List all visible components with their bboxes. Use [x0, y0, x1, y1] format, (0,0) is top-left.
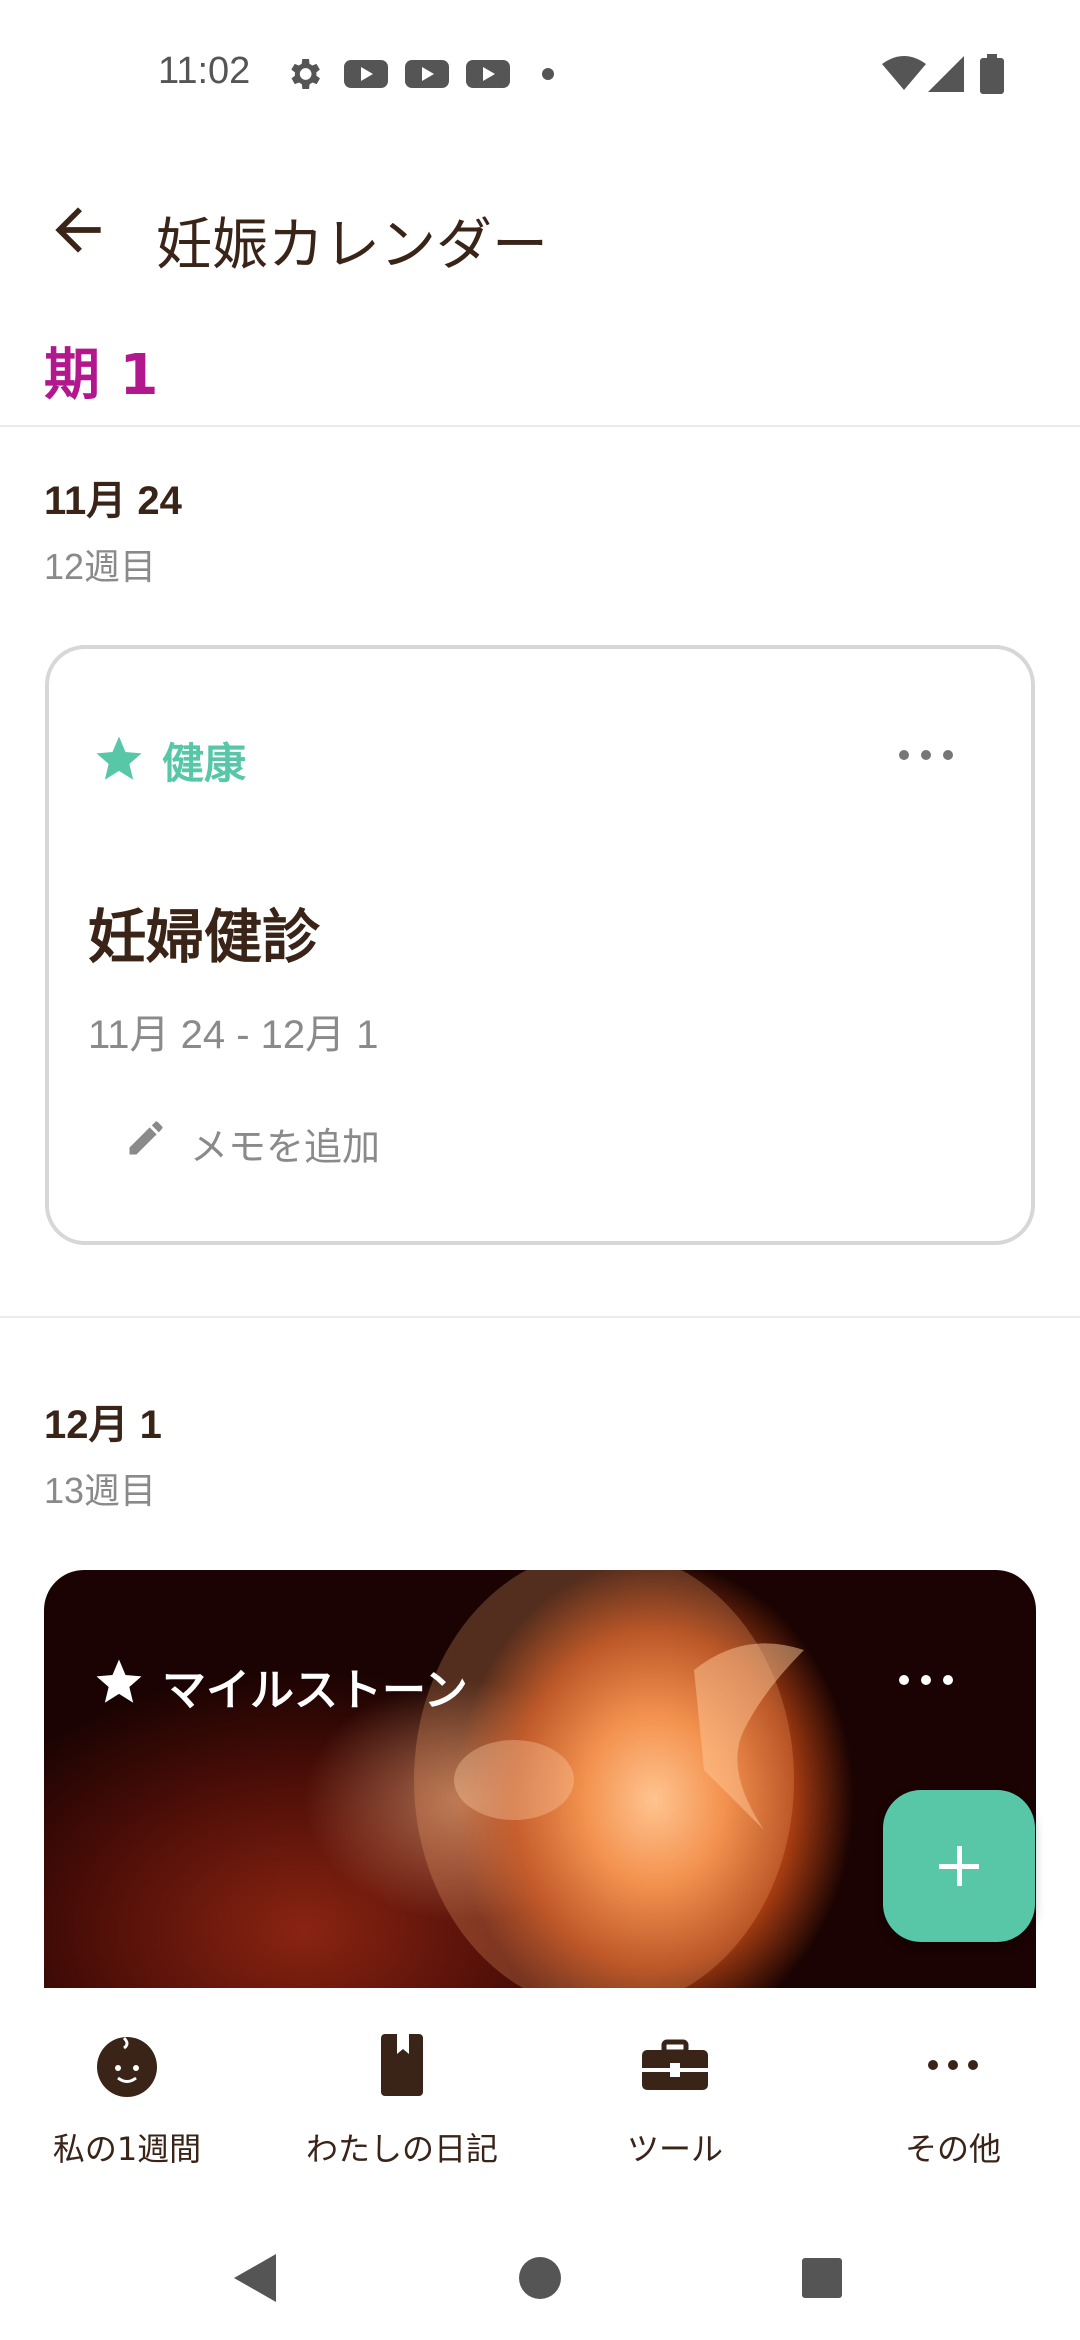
status-bar: 11:02	[0, 0, 1080, 150]
wifi-icon	[882, 56, 926, 90]
milestone-label: マイルストーン	[162, 1665, 468, 1716]
back-arrow-icon[interactable]	[44, 196, 112, 264]
baby-face-icon	[97, 2036, 157, 2097]
entry-week: 13週目	[44, 1470, 157, 1511]
battery-icon	[980, 54, 1004, 94]
entry-date: 12月 1	[44, 1403, 162, 1447]
divider	[0, 1316, 1080, 1318]
nav-label: 私の1週間	[52, 2130, 202, 2168]
diary-book-icon	[381, 2034, 423, 2096]
period-title: 期 1	[44, 343, 159, 408]
add-fab-button[interactable]	[883, 1790, 1035, 1942]
nav-label: その他	[904, 2130, 1001, 2168]
nav-label: わたしの日記	[305, 2130, 498, 2168]
more-options-icon[interactable]	[890, 735, 962, 775]
nav-label: ツール	[626, 2130, 723, 2168]
toolbox-icon	[642, 2039, 708, 2090]
event-date-range: 11月 24 - 12月 1	[88, 1013, 379, 1057]
nav-item-tools[interactable]: ツール	[540, 2020, 810, 2190]
youtube-icon	[405, 60, 449, 88]
entry-week: 12週目	[44, 546, 157, 587]
more-horizontal-icon	[928, 2060, 978, 2070]
status-time: 11:02	[158, 50, 251, 92]
category-label: 健康	[162, 739, 247, 788]
plus-icon	[939, 1846, 979, 1886]
dot-icon	[542, 68, 554, 80]
recents-square-icon[interactable]	[800, 2256, 844, 2300]
more-options-icon[interactable]	[890, 1660, 962, 1700]
signal-icon	[928, 56, 964, 92]
star-icon	[96, 1659, 142, 1703]
nav-item-diary[interactable]: わたしの日記	[267, 2020, 537, 2190]
gear-icon	[291, 59, 320, 89]
nav-item-my-week[interactable]: 私の1週間	[0, 2020, 262, 2190]
add-memo-button[interactable]: メモを追加	[190, 1116, 380, 1171]
system-navigation-bar	[0, 2210, 1080, 2340]
page-title: 妊娠カレンダー	[156, 213, 548, 278]
youtube-icon	[466, 60, 510, 88]
youtube-icon	[344, 60, 388, 88]
home-circle-icon[interactable]	[518, 2256, 562, 2300]
event-title: 妊婦健診	[88, 903, 321, 971]
pencil-icon[interactable]	[124, 1116, 168, 1160]
entry-date: 11月 24	[44, 479, 182, 523]
back-triangle-icon[interactable]	[234, 2254, 276, 2302]
nav-item-other[interactable]: その他	[818, 2020, 1080, 2190]
divider	[0, 425, 1080, 427]
star-icon	[96, 736, 142, 780]
